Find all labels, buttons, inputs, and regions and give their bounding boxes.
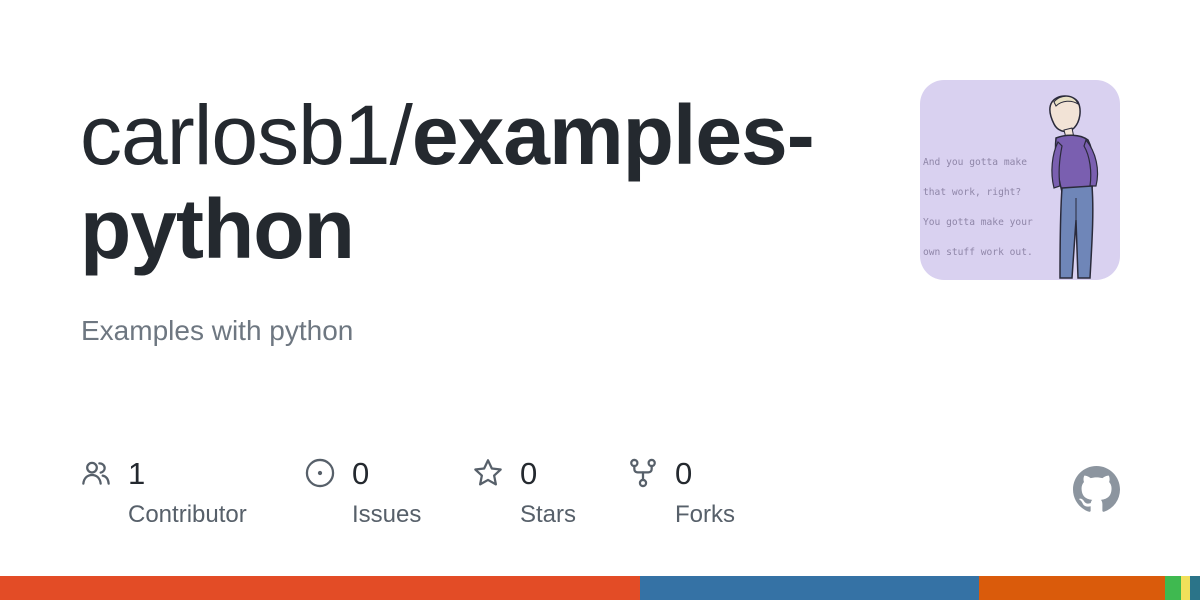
contributors-count: 1	[128, 456, 146, 491]
issue-opened-icon	[304, 457, 336, 489]
stars-label: Stars	[520, 501, 577, 528]
stat-contributors[interactable]: 1 Contributor	[80, 456, 280, 536]
repo-name-part-1[interactable]: examples-	[412, 88, 815, 182]
issues-count: 0	[352, 456, 370, 491]
stat-forks[interactable]: 0 Forks	[627, 456, 777, 536]
language-bar-segment	[1190, 576, 1200, 600]
language-bar-segment	[1180, 576, 1191, 600]
stat-issues[interactable]: 0 Issues	[304, 456, 454, 536]
language-bar	[0, 576, 1200, 600]
repo-forked-icon	[627, 457, 659, 489]
github-mark-icon[interactable]	[1073, 466, 1120, 513]
language-bar-segment	[979, 576, 1166, 600]
repo-title: carlosb1/examples- python	[80, 88, 880, 276]
language-bar-segment	[1165, 576, 1181, 600]
language-bar-segment	[0, 576, 640, 600]
forks-label: Forks	[675, 501, 735, 528]
stat-stars[interactable]: 0 Stars	[472, 456, 612, 536]
repo-description: Examples with python	[81, 315, 354, 346]
forks-count: 0	[675, 456, 693, 491]
language-bar-segment	[639, 576, 980, 600]
repo-owner[interactable]: carlosb1/	[80, 88, 413, 182]
repo-name-part-2[interactable]: python	[80, 182, 355, 276]
people-icon	[80, 457, 112, 489]
avatar-figure-illustration	[1049, 95, 1099, 279]
issues-label: Issues	[352, 501, 422, 528]
star-icon	[472, 457, 504, 489]
repo-title-line-1: carlosb1/examples-	[80, 88, 880, 182]
repo-title-line-2: python	[80, 182, 880, 276]
stars-count: 0	[520, 456, 538, 491]
contributors-label: Contributor	[128, 501, 247, 528]
owner-avatar[interactable]: And you gotta make that work, right? You…	[920, 80, 1120, 280]
